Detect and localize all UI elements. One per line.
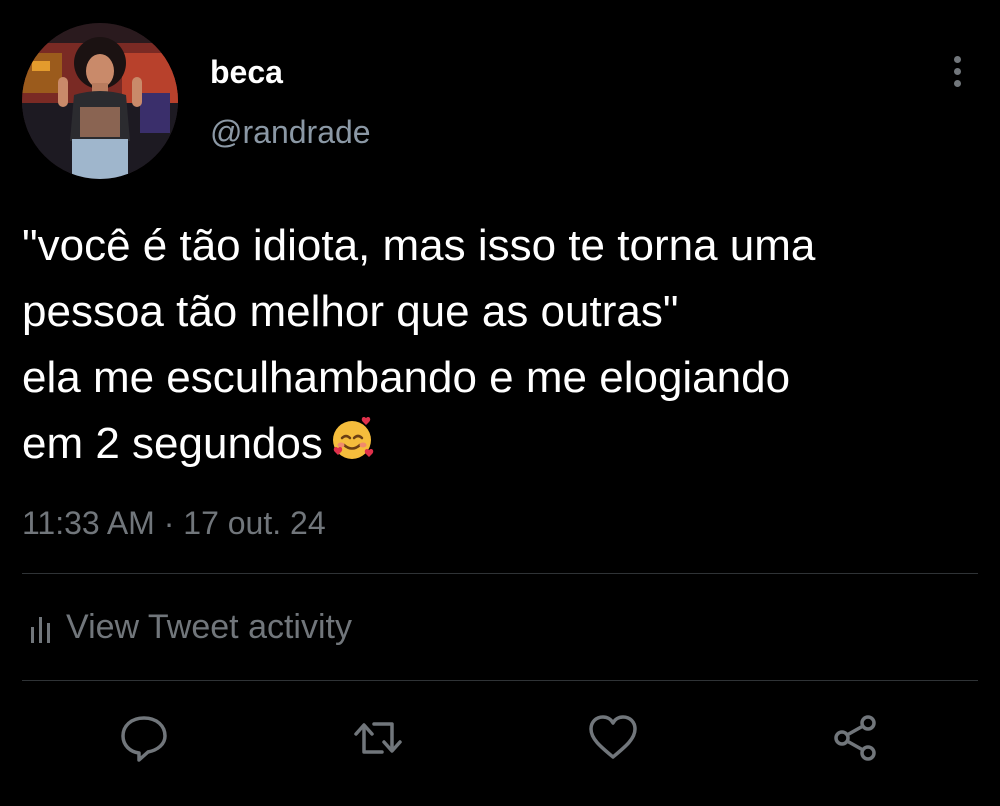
smiling-hearts-emoji-icon [332, 416, 374, 459]
vertical-dots-icon[interactable] [944, 52, 972, 92]
view-tweet-activity-link[interactable]: View Tweet activity [30, 608, 352, 647]
speech-bubble-icon [121, 716, 167, 762]
tweet-text: "você é tão idiota, mas isso te torna um… [22, 213, 982, 477]
share-icon [834, 715, 876, 761]
tweet-date: 17 out. 24 [183, 505, 326, 541]
reply-button[interactable] [118, 712, 170, 764]
retweet-icon [354, 722, 402, 754]
display-name[interactable]: beca [210, 54, 283, 91]
avatar-image [22, 23, 178, 179]
bar-chart-icon [31, 616, 50, 643]
divider [22, 680, 978, 681]
timestamp-separator: · [163, 505, 175, 541]
activity-label: View Tweet activity [66, 608, 352, 646]
avatar[interactable] [22, 23, 178, 179]
heart-icon [589, 715, 637, 759]
like-button[interactable] [587, 712, 639, 764]
tweet-body: "você é tão idiota, mas isso te torna um… [22, 221, 816, 468]
smiling-hearts-emoji [329, 416, 375, 472]
user-handle[interactable]: @randrade [210, 114, 371, 151]
tweet-timestamp: 11:33 AM · 17 out. 24 [22, 505, 326, 542]
retweet-button[interactable] [352, 712, 404, 764]
share-button[interactable] [830, 712, 882, 764]
tweet-time: 11:33 AM [22, 505, 155, 541]
divider [22, 573, 978, 574]
